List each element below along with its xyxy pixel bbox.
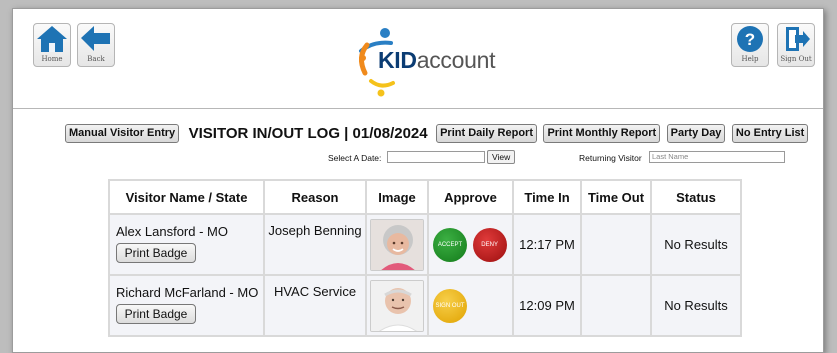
kidaccount-logo: KIDaccount	[353, 27, 503, 97]
time-in-cell: 12:17 PM	[512, 213, 582, 276]
help-button[interactable]: ? Help	[731, 23, 769, 67]
reason-cell: Joseph Benning	[263, 213, 367, 276]
table-row: Alex Lansford - MO Print Badge Joseph Be…	[108, 213, 742, 276]
table-header-row: Visitor Name / State Reason Image Approv…	[108, 179, 742, 215]
deny-button[interactable]: DENY	[472, 227, 507, 262]
col-time-out: Time Out	[580, 179, 652, 215]
print-daily-report-button[interactable]: Print Daily Report	[436, 124, 537, 143]
view-button[interactable]: View	[487, 150, 516, 164]
back-arrow-icon	[78, 24, 114, 54]
svg-text:?: ?	[745, 30, 755, 49]
sign-out-visitor-button[interactable]: SIGN OUT	[433, 288, 467, 323]
visitor-name: Richard McFarland - MO	[116, 285, 259, 300]
returning-visitor-label: Returning Visitor	[579, 153, 642, 163]
visitor-photo	[370, 279, 424, 332]
party-day-button[interactable]: Party Day	[666, 124, 726, 143]
visitor-photo	[370, 218, 424, 271]
sign-out-button[interactable]: Sign Out	[777, 23, 815, 67]
col-reason: Reason	[263, 179, 367, 215]
col-visitor-name: Visitor Name / State	[108, 179, 265, 215]
app-window: Home Back KIDaccount ? Help Sign Out Man…	[12, 8, 824, 353]
col-time-in: Time In	[512, 179, 582, 215]
home-icon	[34, 24, 70, 54]
sign-out-door-icon	[778, 24, 814, 54]
approve-cell: ACCEPT DENY	[427, 213, 514, 276]
header-bar: Home Back KIDaccount ? Help Sign Out	[13, 9, 823, 109]
time-out-cell	[580, 274, 652, 337]
reason-cell: HVAC Service	[263, 274, 367, 337]
status-cell: No Results	[650, 274, 742, 337]
col-status: Status	[650, 179, 742, 215]
visitor-name-cell: Richard McFarland - MO Print Badge	[108, 274, 265, 337]
accept-button[interactable]: ACCEPT	[433, 227, 467, 262]
last-name-input[interactable]: Last Name	[649, 151, 785, 163]
toolbar: Manual Visitor Entry VISITOR IN/OUT LOG …	[65, 124, 810, 144]
image-cell	[365, 274, 429, 337]
time-in-cell: 12:09 PM	[512, 274, 582, 337]
help-icon: ?	[732, 24, 768, 54]
page-title: VISITOR IN/OUT LOG | 01/08/2024	[188, 125, 428, 142]
table-row: Richard McFarland - MO Print Badge HVAC …	[108, 274, 742, 337]
select-date-label: Select A Date:	[328, 153, 382, 163]
print-badge-button[interactable]: Print Badge	[116, 243, 196, 263]
filter-row: Select A Date: View Returning Visitor La…	[13, 150, 823, 166]
manual-visitor-entry-button[interactable]: Manual Visitor Entry	[65, 124, 180, 143]
visitor-log-table: Visitor Name / State Reason Image Approv…	[108, 179, 742, 337]
date-input[interactable]	[387, 151, 485, 163]
time-out-cell	[580, 213, 652, 276]
status-cell: No Results	[650, 213, 742, 276]
logo-text: KIDaccount	[378, 47, 496, 73]
print-monthly-report-button[interactable]: Print Monthly Report	[543, 124, 661, 143]
approve-cell: SIGN OUT	[427, 274, 514, 337]
image-cell	[365, 213, 429, 276]
home-button[interactable]: Home	[33, 23, 71, 67]
back-button[interactable]: Back	[77, 23, 115, 67]
col-image: Image	[365, 179, 429, 215]
col-approve: Approve	[427, 179, 514, 215]
no-entry-list-button[interactable]: No Entry List	[731, 124, 809, 143]
visitor-name: Alex Lansford - MO	[116, 224, 228, 239]
visitor-name-cell: Alex Lansford - MO Print Badge	[108, 213, 265, 276]
print-badge-button[interactable]: Print Badge	[116, 304, 196, 324]
